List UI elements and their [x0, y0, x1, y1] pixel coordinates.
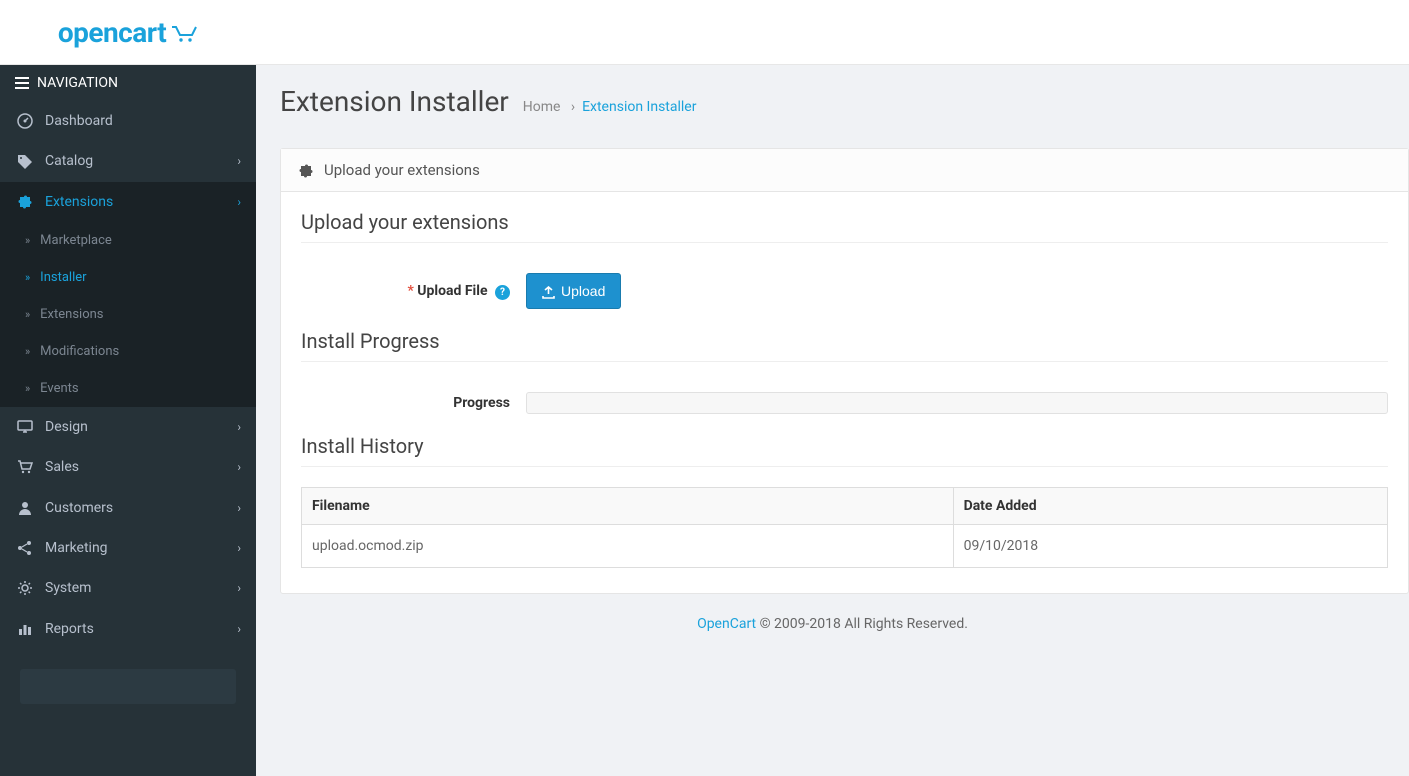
- section-progress-title: Install Progress: [301, 329, 1388, 362]
- sidebar-item-reports[interactable]: Reports ›: [0, 608, 256, 648]
- arrow-icon: »: [25, 271, 30, 284]
- chevron-right-icon: ›: [237, 581, 241, 595]
- sidebar-item-label: Extensions: [45, 194, 237, 210]
- sidebar-item-label: Customers: [45, 500, 237, 516]
- logo-text: opencart: [58, 16, 166, 49]
- breadcrumb: Home › Extension Installer: [523, 99, 697, 115]
- footer-text: © 2009-2018 All Rights Reserved.: [756, 616, 968, 632]
- help-icon[interactable]: ?: [495, 285, 510, 300]
- sidebar-item-catalog[interactable]: Catalog ›: [0, 141, 256, 181]
- upload-file-label-text: Upload File: [417, 283, 487, 299]
- col-filename: Filename: [302, 488, 954, 525]
- sidebar-item-marketing[interactable]: Marketing ›: [0, 528, 256, 568]
- table-header-row: Filename Date Added: [302, 488, 1388, 525]
- sidebar-item-label: Sales: [45, 459, 237, 475]
- sidebar-subitem-modifications[interactable]: » Modifications: [0, 333, 256, 370]
- logo[interactable]: opencart: [0, 0, 256, 65]
- share-icon: [15, 540, 35, 556]
- col-date: Date Added: [953, 488, 1387, 525]
- sidebar-subitem-events[interactable]: » Events: [0, 370, 256, 407]
- sidebar-item-label: System: [45, 580, 237, 596]
- footer-link[interactable]: OpenCart: [697, 616, 756, 632]
- nav-header-label: NAVIGATION: [37, 75, 118, 91]
- sidebar-item-label: Catalog: [45, 153, 237, 169]
- bar-chart-icon: [15, 620, 35, 636]
- sidebar-submenu-extensions: » Marketplace » Installer » Extensions »…: [0, 222, 256, 407]
- chevron-right-icon: ›: [237, 460, 241, 474]
- arrow-icon: »: [25, 234, 30, 247]
- panel-heading: Upload your extensions: [281, 149, 1408, 192]
- sidebar-subitem-installer[interactable]: » Installer: [0, 259, 256, 296]
- content-area: Extension Installer Home › Extension Ins…: [256, 65, 1409, 776]
- sidebar-item-label: Design: [45, 419, 237, 435]
- progress-row: Progress: [301, 382, 1388, 414]
- sidebar-item-dashboard[interactable]: Dashboard: [0, 101, 256, 141]
- app-header: opencart: [0, 0, 1409, 65]
- user-icon: [15, 499, 35, 515]
- orders-widget[interactable]: [20, 669, 236, 704]
- arrow-icon: »: [25, 382, 30, 395]
- sidebar-item-system[interactable]: System ›: [0, 568, 256, 608]
- sidebar: NAVIGATION Dashboard Catalog › Extension…: [0, 65, 256, 776]
- puzzle-icon: [298, 161, 314, 179]
- page-header: Extension Installer Home › Extension Ins…: [256, 65, 1409, 133]
- sidebar-item-label: Marketing: [45, 540, 237, 556]
- sidebar-item-design[interactable]: Design ›: [0, 407, 256, 447]
- upload-button-label: Upload: [561, 283, 605, 299]
- sidebar-item-customers[interactable]: Customers ›: [0, 487, 256, 527]
- upload-button[interactable]: Upload: [526, 273, 621, 309]
- footer: OpenCart © 2009-2018 All Rights Reserved…: [256, 594, 1409, 654]
- history-table: Filename Date Added upload.ocmod.zip 09/…: [301, 487, 1388, 568]
- sidebar-subitem-label: Events: [40, 381, 78, 396]
- puzzle-icon: [15, 194, 35, 210]
- progress-label: Progress: [301, 395, 526, 411]
- panel-heading-text: Upload your extensions: [324, 161, 480, 179]
- breadcrumb-current[interactable]: Extension Installer: [582, 99, 696, 115]
- gear-icon: [15, 580, 35, 596]
- sidebar-subitem-label: Modifications: [40, 344, 119, 359]
- breadcrumb-home[interactable]: Home: [523, 99, 561, 115]
- sidebar-item-extensions[interactable]: Extensions ›: [0, 182, 256, 222]
- table-row: upload.ocmod.zip 09/10/2018: [302, 525, 1388, 568]
- section-upload-title: Upload your extensions: [301, 210, 1388, 243]
- sidebar-subitem-label: Installer: [40, 270, 86, 285]
- cell-date: 09/10/2018: [953, 525, 1387, 568]
- progress-wrap: [526, 392, 1388, 414]
- sidebar-subitem-extensions[interactable]: » Extensions: [0, 296, 256, 333]
- desktop-icon: [15, 419, 35, 435]
- chevron-right-icon: ›: [237, 420, 241, 434]
- panel-body: Upload your extensions * Upload File ? U…: [281, 192, 1408, 593]
- upload-control: Upload: [526, 273, 621, 309]
- arrow-icon: »: [25, 308, 30, 321]
- chevron-right-icon: ›: [237, 501, 241, 515]
- cell-filename: upload.ocmod.zip: [302, 525, 954, 568]
- chevron-right-icon: ›: [237, 154, 241, 168]
- shopping-cart-icon: [15, 459, 35, 475]
- nav-header: NAVIGATION: [0, 65, 256, 101]
- sidebar-item-label: Dashboard: [45, 113, 241, 129]
- chevron-right-icon: ›: [237, 622, 241, 636]
- sidebar-subitem-label: Extensions: [40, 307, 103, 322]
- sidebar-subitem-marketplace[interactable]: » Marketplace: [0, 222, 256, 259]
- arrow-icon: »: [25, 345, 30, 358]
- sidebar-subitem-label: Marketplace: [40, 233, 112, 248]
- chevron-right-icon: ›: [237, 195, 241, 209]
- main-panel: Upload your extensions Upload your exten…: [280, 148, 1409, 594]
- breadcrumb-separator: ›: [571, 99, 575, 115]
- sidebar-item-label: Reports: [45, 621, 237, 637]
- dashboard-icon: [15, 113, 35, 129]
- progress-bar: [526, 392, 1388, 414]
- page-title: Extension Installer: [280, 85, 509, 118]
- section-history-title: Install History: [301, 434, 1388, 467]
- upload-row: * Upload File ? Upload: [301, 263, 1388, 309]
- required-star-icon: *: [407, 283, 413, 299]
- sidebar-item-sales[interactable]: Sales ›: [0, 447, 256, 487]
- upload-icon: [542, 283, 555, 299]
- menu-icon: [15, 75, 29, 91]
- upload-file-label: * Upload File ?: [301, 283, 526, 300]
- chevron-right-icon: ›: [237, 541, 241, 555]
- tag-icon: [15, 153, 35, 169]
- cart-icon: [170, 20, 198, 44]
